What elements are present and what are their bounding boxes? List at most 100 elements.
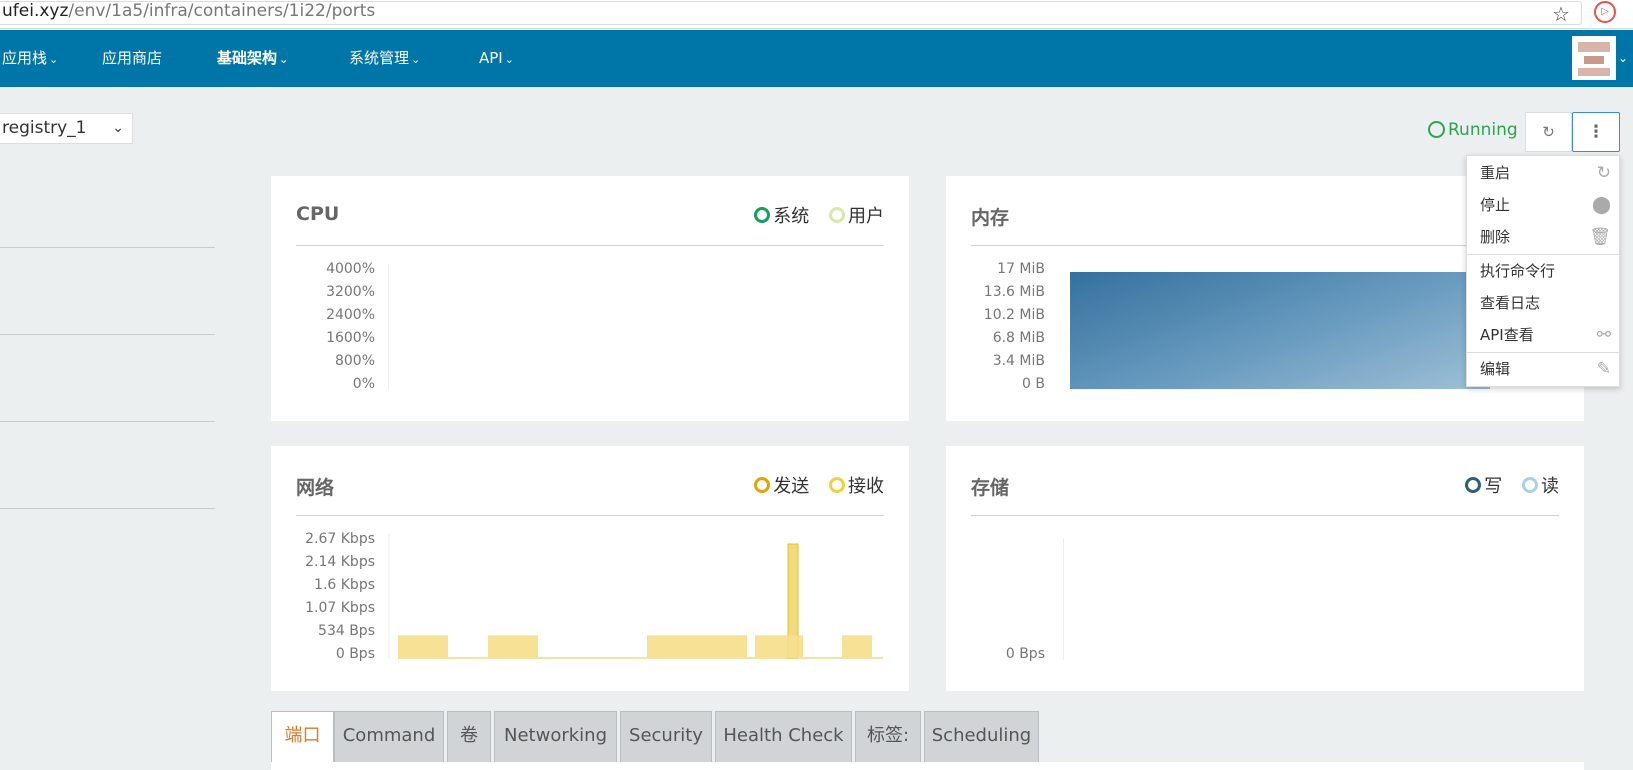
bar-receive — [647, 635, 747, 658]
menu-item-edit[interactable]: 编辑 ✎ — [1467, 353, 1621, 385]
nav-item-stacks[interactable]: 应用栈 ⌄ — [2, 30, 58, 87]
container-select[interactable]: registry_1 ⌄ — [0, 113, 133, 144]
kebab-icon: ⋮ — [1587, 122, 1605, 142]
menu-item-stop[interactable]: 停止 ⬤ — [1467, 189, 1621, 221]
tab-security[interactable]: Security — [620, 711, 712, 763]
network-panel: 网络 发送 接收 2.67 Kbps 2.14 Kbps 1.6 Kbps 1.… — [271, 446, 909, 691]
tab-content — [271, 762, 1584, 770]
restart-button[interactable]: ↻ — [1525, 112, 1572, 152]
divider — [971, 515, 1559, 516]
stop-icon: ⬤ — [1591, 195, 1611, 215]
y-tick: 534 Bps — [318, 623, 375, 639]
chevron-down-icon: ⌄ — [279, 53, 289, 66]
pencil-icon: ✎ — [1596, 359, 1611, 379]
storage-panel: 存储 写 读 0 Bps — [946, 446, 1584, 691]
extension-icon[interactable]: ▷ — [1594, 1, 1616, 23]
divider — [0, 334, 215, 335]
divider — [296, 515, 884, 516]
star-icon[interactable]: ☆ — [1552, 2, 1570, 26]
menu-item-delete[interactable]: 删除 🗑 — [1467, 221, 1621, 253]
actions-menu: 重启 ↻ 停止 ⬤ 删除 🗑 执行命令行 查看日志 API查看 ⚯ 编辑 ✎ — [1466, 155, 1621, 387]
legend-ring-icon — [1522, 477, 1538, 493]
avatar[interactable] — [1572, 36, 1616, 80]
more-actions-button[interactable]: ⋮ — [1572, 112, 1620, 152]
menu-item-label: API查看 — [1480, 326, 1534, 344]
panel-title: CPU — [296, 203, 340, 225]
bar-receive — [842, 635, 872, 658]
menu-item-exec-shell[interactable]: 执行命令行 — [1467, 255, 1621, 287]
legend: 写 读 — [1451, 472, 1559, 498]
network-chart — [388, 534, 883, 659]
y-tick: 3200% — [326, 284, 375, 300]
tab-command[interactable]: Command — [334, 711, 444, 763]
chevron-down-icon: ⌄ — [49, 53, 59, 66]
y-tick: 800% — [334, 353, 375, 369]
tab-networking[interactable]: Networking — [494, 711, 617, 763]
y-tick: 0 Bps — [335, 646, 375, 662]
legend-item[interactable]: 写 — [1465, 472, 1502, 498]
nav-item-admin[interactable]: 系统管理 ⌄ — [349, 30, 420, 87]
panel-title: 网络 — [296, 477, 335, 499]
panel-title: 存储 — [971, 477, 1010, 499]
legend: 发送 接收 — [740, 472, 884, 498]
top-nav: 应用栈 ⌄ 应用商店 基础架构 ⌄ 系统管理 ⌄ API ⌄ ⌄ — [0, 30, 1633, 87]
y-axis — [1063, 538, 1064, 660]
legend-ring-icon — [829, 477, 845, 493]
nav-label: 应用栈 — [2, 49, 48, 67]
y-tick: 1600% — [326, 330, 375, 346]
restart-icon: ↻ — [1596, 163, 1611, 183]
y-tick: 4000% — [326, 261, 375, 277]
y-tick: 1.07 Kbps — [305, 600, 375, 616]
status-ring-icon — [1428, 121, 1445, 138]
divider — [0, 421, 215, 422]
legend-label: 系统 — [773, 206, 810, 227]
legend-item[interactable]: 接收 — [829, 472, 884, 498]
tab-health-check[interactable]: Health Check — [715, 711, 852, 763]
bar-receive — [755, 635, 803, 658]
nav-label: 系统管理 — [349, 49, 410, 67]
divider — [0, 247, 215, 248]
container-select-value: registry_1 — [2, 118, 87, 138]
menu-item-label: 编辑 — [1480, 360, 1511, 378]
tab-labels[interactable]: 标签: — [855, 711, 921, 763]
status-label: Running — [1448, 120, 1518, 140]
legend-ring-icon — [754, 477, 771, 493]
url-field[interactable]: ufei.xyz/env/1a5/infra/containers/1i22/p… — [0, 1, 1582, 25]
chevron-down-icon[interactable]: ⌄ — [1618, 30, 1628, 87]
legend-ring-icon — [1465, 477, 1482, 493]
y-tick: 2.14 Kbps — [305, 554, 375, 570]
legend-item[interactable]: 发送 — [754, 472, 809, 498]
legend-item[interactable]: 读 — [1522, 472, 1559, 498]
y-tick: 0 Bps — [1005, 646, 1045, 662]
y-tick: 6.8 MiB — [992, 330, 1045, 346]
trash-icon: 🗑 — [1589, 227, 1611, 247]
tab-scheduling[interactable]: Scheduling — [924, 711, 1039, 763]
menu-item-restart[interactable]: 重启 ↻ — [1467, 157, 1621, 189]
legend-label: 读 — [1541, 476, 1559, 497]
legend-item[interactable]: 用户 — [829, 202, 884, 228]
legend-label: 发送 — [773, 476, 810, 497]
divider — [0, 508, 215, 509]
legend-item[interactable]: 系统 — [754, 202, 809, 228]
nav-label: 基础架构 — [217, 49, 278, 67]
chevron-down-icon: ⌄ — [411, 53, 421, 66]
bar-receive — [488, 635, 538, 658]
menu-item-label: 重启 — [1480, 164, 1511, 182]
y-tick: 17 MiB — [997, 261, 1045, 277]
legend-ring-icon — [829, 207, 845, 223]
menu-item-view-logs[interactable]: 查看日志 — [1467, 287, 1621, 319]
y-tick: 1.6 Kbps — [314, 577, 375, 593]
nav-item-catalog[interactable]: 应用商店 — [102, 30, 162, 87]
nav-label: 应用商店 — [102, 49, 163, 67]
tab-ports[interactable]: 端口 — [271, 711, 334, 763]
y-tick: 2400% — [326, 307, 375, 323]
legend-ring-icon — [754, 207, 771, 223]
menu-item-view-api[interactable]: API查看 ⚯ — [1467, 319, 1621, 351]
y-tick: 3.4 MiB — [992, 353, 1045, 369]
nav-item-infra[interactable]: 基础架构 ⌄ — [217, 30, 288, 87]
url-path: /env/1a5/infra/containers/1i22/ports — [68, 1, 376, 21]
chevron-down-icon: ⌄ — [504, 53, 514, 66]
nav-item-api[interactable]: API ⌄ — [479, 30, 514, 87]
legend-label: 接收 — [848, 476, 884, 497]
tab-volumes[interactable]: 卷 — [447, 711, 491, 763]
